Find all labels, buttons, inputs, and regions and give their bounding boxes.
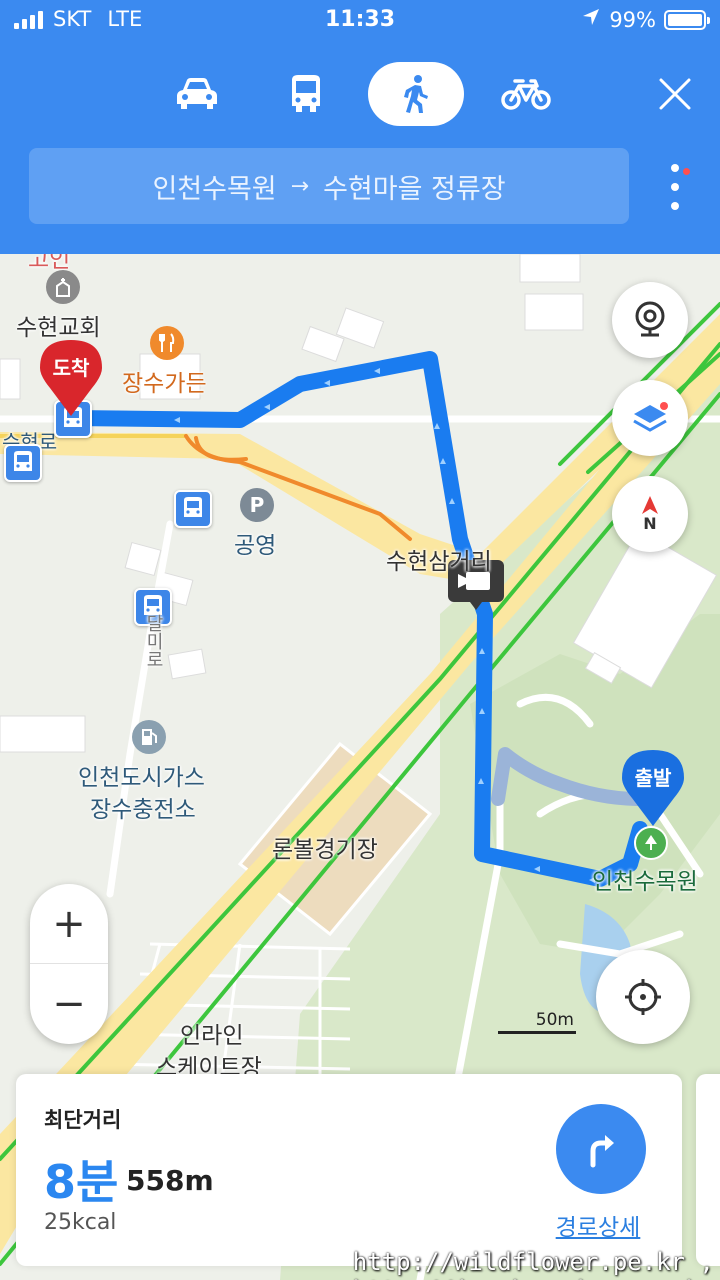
car-icon (177, 78, 217, 109)
map-label-skate-line1: 인라인 (180, 1023, 244, 1049)
layers-button[interactable] (612, 380, 688, 456)
watermark: http://wildflower.pe.kr , http://jungbom… (352, 1248, 714, 1280)
close-button[interactable] (648, 62, 702, 126)
tree-icon[interactable] (634, 826, 668, 860)
church-icon[interactable] (46, 270, 80, 304)
battery-icon (664, 9, 710, 30)
destination-pin[interactable]: 도착 (38, 338, 104, 418)
battery-percent: 99% (609, 7, 656, 32)
origin-pin-label: 출발 (634, 766, 672, 790)
zoom-in-button[interactable]: + (30, 884, 108, 964)
more-options-button[interactable] (660, 164, 690, 210)
compass-icon (642, 495, 658, 514)
scale-label: 50m (535, 1010, 574, 1030)
route-destination: 수현마을 정류장 (323, 173, 506, 205)
origin-pin[interactable]: 출발 (620, 748, 686, 828)
my-location-button[interactable] (596, 950, 690, 1044)
route-duration: 8분 (44, 1155, 119, 1209)
street-view-button[interactable] (612, 282, 688, 358)
route-summary-card[interactable]: 최단거리 8분 558m 25kcal 경로상세 (16, 1074, 682, 1266)
compass-button[interactable]: N (612, 476, 688, 552)
route-arrow: → (290, 173, 310, 199)
route-distance: 558m (126, 1164, 214, 1197)
notification-dot (683, 168, 690, 175)
map-label-gas-station-line2: 장수충전소 (90, 797, 196, 823)
zoom-out-button[interactable]: − (30, 964, 108, 1044)
mode-bike-button[interactable] (494, 62, 558, 126)
status-bar: SKT LTE 11:33 99% (0, 0, 720, 40)
map-scale: 50m (498, 1010, 576, 1040)
zoom-controls: + − (30, 884, 108, 1044)
bus-icon (292, 75, 320, 112)
map-label-arboretum: 인천수목원 (592, 869, 698, 895)
map-label-intersection: 수현삼거리 (386, 549, 492, 575)
bus-stop-marker[interactable] (174, 490, 212, 528)
compass-label: N (643, 513, 657, 533)
bus-stop-marker[interactable] (4, 444, 42, 482)
route-type-label: 최단거리 (44, 1108, 122, 1132)
destination-pin-label: 도착 (52, 356, 90, 380)
walk-icon (404, 75, 428, 113)
camera-icon (635, 301, 665, 337)
mode-walk-button[interactable] (368, 62, 464, 126)
close-icon (659, 78, 691, 110)
route-detail-link[interactable]: 경로상세 (534, 1208, 662, 1242)
map-label-gas-station-line1: 인천도시가스 (78, 765, 205, 791)
mode-bus-button[interactable] (274, 62, 338, 126)
route-origin: 인천수목원 (152, 173, 277, 205)
next-card-peek[interactable] (696, 1074, 720, 1266)
layers-icon (633, 402, 668, 432)
location-arrow-icon (581, 7, 601, 32)
map-label-parking: 공영 (234, 533, 277, 559)
parking-icon[interactable]: P (240, 488, 274, 522)
gas-station-icon[interactable] (132, 720, 166, 754)
route-calories: 25kcal (44, 1210, 117, 1235)
map-label-baseball: 론볼경기장 (272, 837, 378, 863)
restaurant-icon[interactable] (150, 326, 184, 360)
map-label-dalli-road: 달미로 (143, 614, 164, 668)
mode-car-button[interactable] (165, 62, 229, 126)
turn-right-icon (590, 1135, 614, 1168)
map-label-church: 수현교회 (16, 315, 101, 341)
start-navigation-button[interactable] (556, 1104, 646, 1194)
bike-icon (501, 79, 551, 110)
map-label-restaurant: 장수가든 (122, 371, 207, 397)
crosshair-icon (625, 979, 661, 1015)
route-header: 인천수목원 → 수현마을 정류장 (0, 40, 720, 254)
route-summary-field[interactable]: 인천수목원 → 수현마을 정류장 (29, 148, 629, 224)
